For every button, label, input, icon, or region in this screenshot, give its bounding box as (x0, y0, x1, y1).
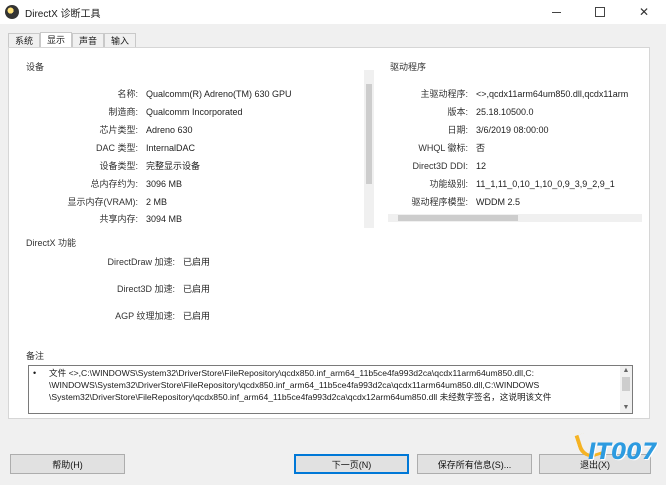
window-title: DirectX 诊断工具 (25, 8, 101, 20)
device-row-name: 名称: Qualcomm(R) Adreno(TM) 630 GPU (28, 89, 292, 100)
driver-row-date: 日期: 3/6/2019 08:00:00 (392, 125, 549, 136)
notes-line-2: \WINDOWS\System32\DriverStore\FileReposi… (49, 380, 540, 390)
chip-type-label: 芯片类型: (99, 125, 138, 135)
agp-label: AGP 纹理加速: (115, 311, 175, 321)
ddi-label: Direct3D DDI: (412, 161, 468, 171)
device-row-shared-memory: 共享内存: 3094 MB (28, 214, 182, 225)
directx-icon (5, 5, 19, 19)
notes-line-1: 文件 <>,C:\WINDOWS\System32\DriverStore\Fi… (49, 368, 534, 378)
driver-row-model: 驱动程序模型: WDDM 2.5 (392, 197, 520, 208)
dac-type-label: DAC 类型: (95, 143, 138, 153)
direct3d-row: Direct3D 加速: 已启用 (60, 284, 210, 295)
vram-label: 显示内存(VRAM): (67, 197, 139, 207)
directdraw-row: DirectDraw 加速: 已启用 (60, 257, 210, 268)
notes-scroll-thumb[interactable] (622, 377, 630, 391)
main-driver-value: <>,qcdx11arm64um850.dll,qcdx11arm (476, 89, 629, 99)
direct3d-label: Direct3D 加速: (116, 284, 175, 294)
device-row-dac-type: DAC 类型: InternalDAC (28, 143, 195, 154)
maximize-icon[interactable] (578, 0, 622, 24)
driver-row-ddi: Direct3D DDI: 12 (392, 161, 486, 172)
next-page-button[interactable]: 下一页(N) (294, 454, 409, 474)
window-controls: ✕ (534, 0, 666, 24)
feature-levels-label: 功能级别: (429, 179, 468, 189)
watermark-logo: IT007 (588, 440, 658, 465)
save-all-info-button[interactable]: 保存所有信息(S)... (417, 454, 532, 474)
device-name-value: Qualcomm(R) Adreno(TM) 630 GPU (146, 89, 292, 99)
total-memory-label: 总内存约为: (90, 179, 138, 189)
help-button[interactable]: 帮助(H) (10, 454, 125, 474)
notes-scrollbar[interactable]: ▲ ▼ (620, 366, 632, 413)
driver-hscroll-thumb[interactable] (398, 215, 518, 221)
manufacturer-value: Qualcomm Incorporated (146, 107, 243, 117)
direct3d-value: 已启用 (183, 284, 211, 294)
ddi-value: 12 (476, 161, 487, 171)
shared-memory-value: 3094 MB (146, 214, 183, 224)
feature-levels-value: 11_1,11_0,10_1,10_0,9_3,9_2,9_1 (476, 179, 615, 189)
driver-group-label: 驱动程序 (390, 62, 427, 72)
tab-bar: 系统 显示 声音 输入 (8, 32, 137, 48)
device-row-device-type: 设备类型: 完整显示设备 (28, 161, 200, 172)
device-row-manufacturer: 制造商: Qualcomm Incorporated (28, 107, 243, 118)
minimize-icon[interactable] (534, 0, 578, 24)
notes-textbox[interactable]: • 文件 <>,C:\WINDOWS\System32\DriverStore\… (28, 365, 633, 414)
device-scrollbar[interactable] (364, 70, 374, 228)
device-row-total-memory: 总内存约为: 3096 MB (28, 179, 182, 190)
directx-features-group-label: DirectX 功能 (26, 238, 77, 248)
agp-row: AGP 纹理加速: 已启用 (60, 311, 210, 322)
whql-label: WHQL 徽标: (418, 143, 468, 153)
scroll-up-icon[interactable]: ▲ (620, 366, 632, 376)
close-icon[interactable]: ✕ (622, 0, 666, 24)
driver-model-value: WDDM 2.5 (476, 197, 521, 207)
vram-value: 2 MB (146, 197, 168, 207)
main-driver-label: 主驱动程序: (420, 89, 468, 99)
manufacturer-label: 制造商: (108, 107, 138, 117)
directdraw-value: 已启用 (183, 257, 211, 267)
driver-row-main: 主驱动程序: <>,qcdx11arm64um850.dll,qcdx11arm (392, 89, 628, 100)
device-row-vram: 显示内存(VRAM): 2 MB (28, 197, 168, 208)
date-value: 3/6/2019 08:00:00 (476, 125, 549, 135)
tab-display[interactable]: 显示 (40, 32, 73, 48)
notes-line-3: \System32\DriverStore\FileRepository\qcd… (49, 392, 552, 402)
whql-value: 否 (476, 143, 486, 153)
notes-content: 文件 <>,C:\WINDOWS\System32\DriverStore\Fi… (43, 367, 619, 403)
device-type-label: 设备类型: (99, 161, 138, 171)
agp-value: 已启用 (183, 311, 211, 321)
device-group-label: 设备 (26, 62, 45, 72)
driver-hscrollbar[interactable] (388, 214, 642, 222)
driver-row-feature-levels: 功能级别: 11_1,11_0,10_1,10_0,9_3,9_2,9_1 (392, 179, 615, 190)
scroll-down-icon[interactable]: ▼ (620, 403, 632, 413)
driver-model-label: 驱动程序模型: (411, 197, 468, 207)
device-scroll-thumb[interactable] (366, 84, 372, 184)
device-type-value: 完整显示设备 (146, 161, 201, 171)
title-bar: DirectX 诊断工具 ✕ (0, 0, 666, 24)
chip-type-value: Adreno 630 (146, 125, 193, 135)
date-label: 日期: (447, 125, 468, 135)
shared-memory-label: 共享内存: (99, 214, 138, 224)
tab-input[interactable]: 输入 (104, 33, 137, 48)
device-name-label: 名称: (117, 89, 138, 99)
display-tab-panel (8, 47, 650, 419)
notes-bullet: • (33, 368, 37, 378)
directdraw-label: DirectDraw 加速: (107, 257, 175, 267)
driver-row-version: 版本: 25.18.10500.0 (392, 107, 534, 118)
version-value: 25.18.10500.0 (476, 107, 534, 117)
device-row-chip-type: 芯片类型: Adreno 630 (28, 125, 193, 136)
total-memory-value: 3096 MB (146, 179, 183, 189)
notes-group-label: 备注 (26, 351, 45, 361)
driver-row-whql: WHQL 徽标: 否 (392, 143, 485, 154)
tab-system[interactable]: 系统 (8, 33, 41, 48)
version-label: 版本: (447, 107, 468, 117)
tab-sound[interactable]: 声音 (72, 33, 105, 48)
dac-type-value: InternalDAC (146, 143, 196, 153)
